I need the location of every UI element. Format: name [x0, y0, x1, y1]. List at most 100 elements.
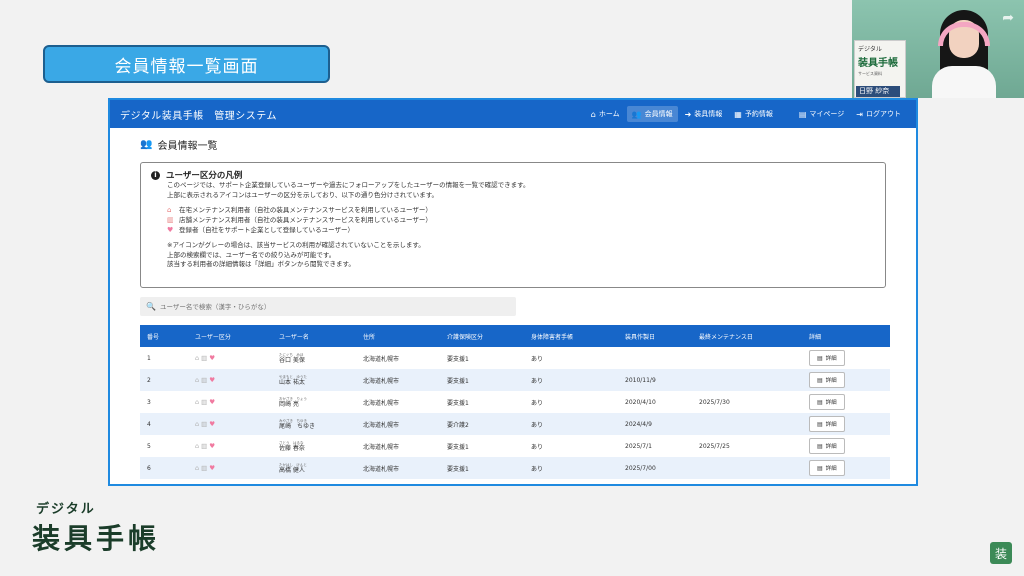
care-level-cell: 要支援1	[447, 355, 469, 363]
user-name: 佐藤 春奈	[279, 444, 305, 452]
heart-icon: ♥	[167, 226, 174, 234]
address-cell: 北海道札幌市	[363, 465, 400, 473]
search-icon: 🔍	[146, 302, 156, 311]
column-header[interactable]: 詳細	[802, 325, 890, 347]
column-header[interactable]: ユーザー名	[272, 325, 356, 347]
address-cell: 北海道札幌市	[363, 399, 400, 407]
legend-item: ♥ 登録者（自社をサポート企業として登録しているユーザー）	[167, 225, 875, 235]
user-name: 岡崎 亮	[279, 400, 299, 408]
orthosis-made-date-cell: 2024/4/9	[625, 420, 652, 428]
nav-item-main-2[interactable]: ➜ 装具情報	[680, 106, 728, 122]
table-row: 4 ⌂ ▥ ♥ みやざき ちゆき 尾崎 ちゆき 北海道札幌市 要介護2 あり 2024/4/9 ▤ 詳…	[140, 413, 890, 435]
legend-item: ▥ 店舗メンテナンス利用者（自社の装具メンテナンスサービスを利用しているユーザー）	[167, 215, 875, 225]
detail-button[interactable]: ▤ 詳細	[809, 416, 845, 432]
detail-cell: ▤ 詳細	[802, 435, 890, 457]
column-header[interactable]: 住所	[356, 325, 440, 347]
disability-cert-cell: あり	[531, 443, 544, 451]
user-search-box[interactable]: 🔍	[140, 297, 516, 316]
nav-item-main-3[interactable]: ▦ 予約情報	[729, 106, 778, 122]
column-header[interactable]: 身体障害者手帳	[524, 325, 618, 347]
brand-logo: デジタル 装具手帳	[32, 498, 160, 557]
nav-menu: ⌂ ホーム 👥 会員情報 ➜ 装具情報 ▦ 予約情報 ▤ マイページ ⇥ ログアウト	[586, 106, 906, 122]
address-cell: 北海道札幌市	[363, 377, 400, 385]
legend-note-1: ※アイコンがグレーの場合は、該当サービスの利用が確認されていないことを示します。	[167, 241, 425, 249]
last-maintenance-cell: 2025/7/30	[699, 398, 730, 406]
nav-item-label: 予約情報	[744, 110, 773, 118]
store-icon: ▥	[201, 420, 208, 428]
user-category-icons: ⌂ ▥ ♥	[188, 391, 272, 413]
detail-cell: ▤ 詳細	[802, 347, 890, 369]
nav-item-main-0[interactable]: ⌂ ホーム	[586, 106, 625, 122]
address-cell: 北海道札幌市	[363, 421, 400, 429]
user-category-icons: ⌂ ▥ ♥	[188, 347, 272, 369]
store-icon: ▥	[201, 442, 208, 450]
disability-cert-cell: あり	[531, 421, 544, 429]
slide-title: 会員情報一覧画面	[43, 45, 330, 83]
document-icon: ▤	[817, 399, 823, 406]
users-icon: 👥	[140, 138, 153, 150]
care-level-cell: 要介護2	[447, 421, 469, 429]
nav-item-main-1[interactable]: 👥 会員情報	[626, 106, 678, 122]
detail-button-label: 詳細	[825, 400, 837, 406]
user-name-cell: たかはし けんと 高橋 健人	[272, 457, 356, 479]
orthosis-made-date-cell	[618, 347, 692, 369]
disability-cert-cell: あり	[531, 465, 544, 473]
detail-button[interactable]: ▤ 詳細	[809, 394, 845, 410]
share-icon[interactable]: ➦	[1002, 10, 1014, 26]
care-level-cell: 要支援1	[447, 377, 469, 385]
board-line1: デジタル	[858, 46, 882, 53]
presenter-nameplate: 日野 紗奈	[856, 86, 900, 97]
row-number: 1	[147, 354, 151, 362]
table-row: 2 ⌂ ▥ ♥ やまもと ゆうた 山本 祐太 北海道札幌市 要支援1 あり 2010/11/9 ▤ 詳…	[140, 369, 890, 391]
table-header-row: 番号 ユーザー区分 ユーザー名 住所 介護保険区分 身体障害者手帳 装具作製日 最終メンテナン…	[140, 325, 890, 347]
store-icon: ▥	[201, 398, 208, 406]
logo-small-text: デジタル	[36, 502, 96, 517]
care-level-cell: 要支援1	[447, 399, 469, 407]
legend-item: ⌂ 在宅メンテナンス利用者（自社の装具メンテナンスサービスを利用しているユーザー）	[167, 205, 875, 215]
user-name: 山本 祐太	[279, 378, 305, 386]
detail-button[interactable]: ▤ 詳細	[809, 460, 845, 476]
disability-cert-cell: あり	[531, 399, 544, 407]
arrow-icon: ➜	[684, 109, 692, 119]
heart-icon: ♥	[209, 354, 216, 362]
column-header[interactable]: 装具作製日	[618, 325, 692, 347]
document-icon: ▤	[817, 443, 823, 450]
house-icon: ⌂	[195, 442, 200, 450]
house-icon: ⌂	[195, 398, 200, 406]
column-header[interactable]: 最終メンテナンス日	[692, 325, 802, 347]
webcam-overlay: デジタル 装具手帳 サービス資料 日野 紗奈 ➦	[852, 0, 1024, 98]
logo-big-text: 装具手帳	[32, 522, 161, 555]
user-category-icons: ⌂ ▥ ♥	[188, 435, 272, 457]
calendar-icon: ▦	[734, 109, 742, 119]
detail-button-label: 詳細	[825, 466, 837, 472]
user-name-cell: さとう はるな 佐藤 春奈	[272, 435, 356, 457]
app-brand[interactable]: デジタル装具手帳 管理システム	[120, 107, 277, 122]
search-input[interactable]	[159, 302, 500, 311]
detail-button[interactable]: ▤ 詳細	[809, 372, 845, 388]
board-line3: サービス資料	[858, 71, 882, 76]
column-header[interactable]: 介護保険区分	[440, 325, 524, 347]
user-name-cell: やまもと ゆうた 山本 祐太	[272, 369, 356, 391]
store-icon: ▥	[167, 216, 174, 224]
presenter-body	[932, 66, 996, 98]
house-icon: ⌂	[167, 206, 172, 214]
user-name-cell: みやざき ちゆき 尾崎 ちゆき	[272, 413, 356, 435]
user-name: 谷口 美保	[279, 356, 305, 364]
detail-cell: ▤ 詳細	[802, 457, 890, 479]
column-header[interactable]: 番号	[140, 325, 188, 347]
store-icon: ▥	[201, 354, 208, 362]
board-line2: 装具手帳	[858, 58, 898, 69]
nav-item-right-1[interactable]: ⇥ ログアウト	[851, 106, 906, 122]
detail-button[interactable]: ▤ 詳細	[809, 438, 845, 454]
orthosis-made-date-cell: 2020/4/10	[625, 398, 656, 406]
disability-cert-cell: あり	[531, 355, 544, 363]
orthosis-made-date-cell: 2025/7/1	[625, 442, 652, 450]
store-icon: ▥	[201, 464, 208, 472]
nav-item-label: ログアウト	[866, 110, 901, 118]
detail-cell: ▤ 詳細	[802, 391, 890, 413]
care-level-cell: 要支援1	[447, 443, 469, 451]
nav-item-right-0[interactable]: ▤ マイページ	[794, 106, 849, 122]
column-header[interactable]: ユーザー区分	[188, 325, 272, 347]
house-icon: ⌂	[195, 376, 200, 384]
detail-button[interactable]: ▤ 詳細	[809, 350, 845, 366]
